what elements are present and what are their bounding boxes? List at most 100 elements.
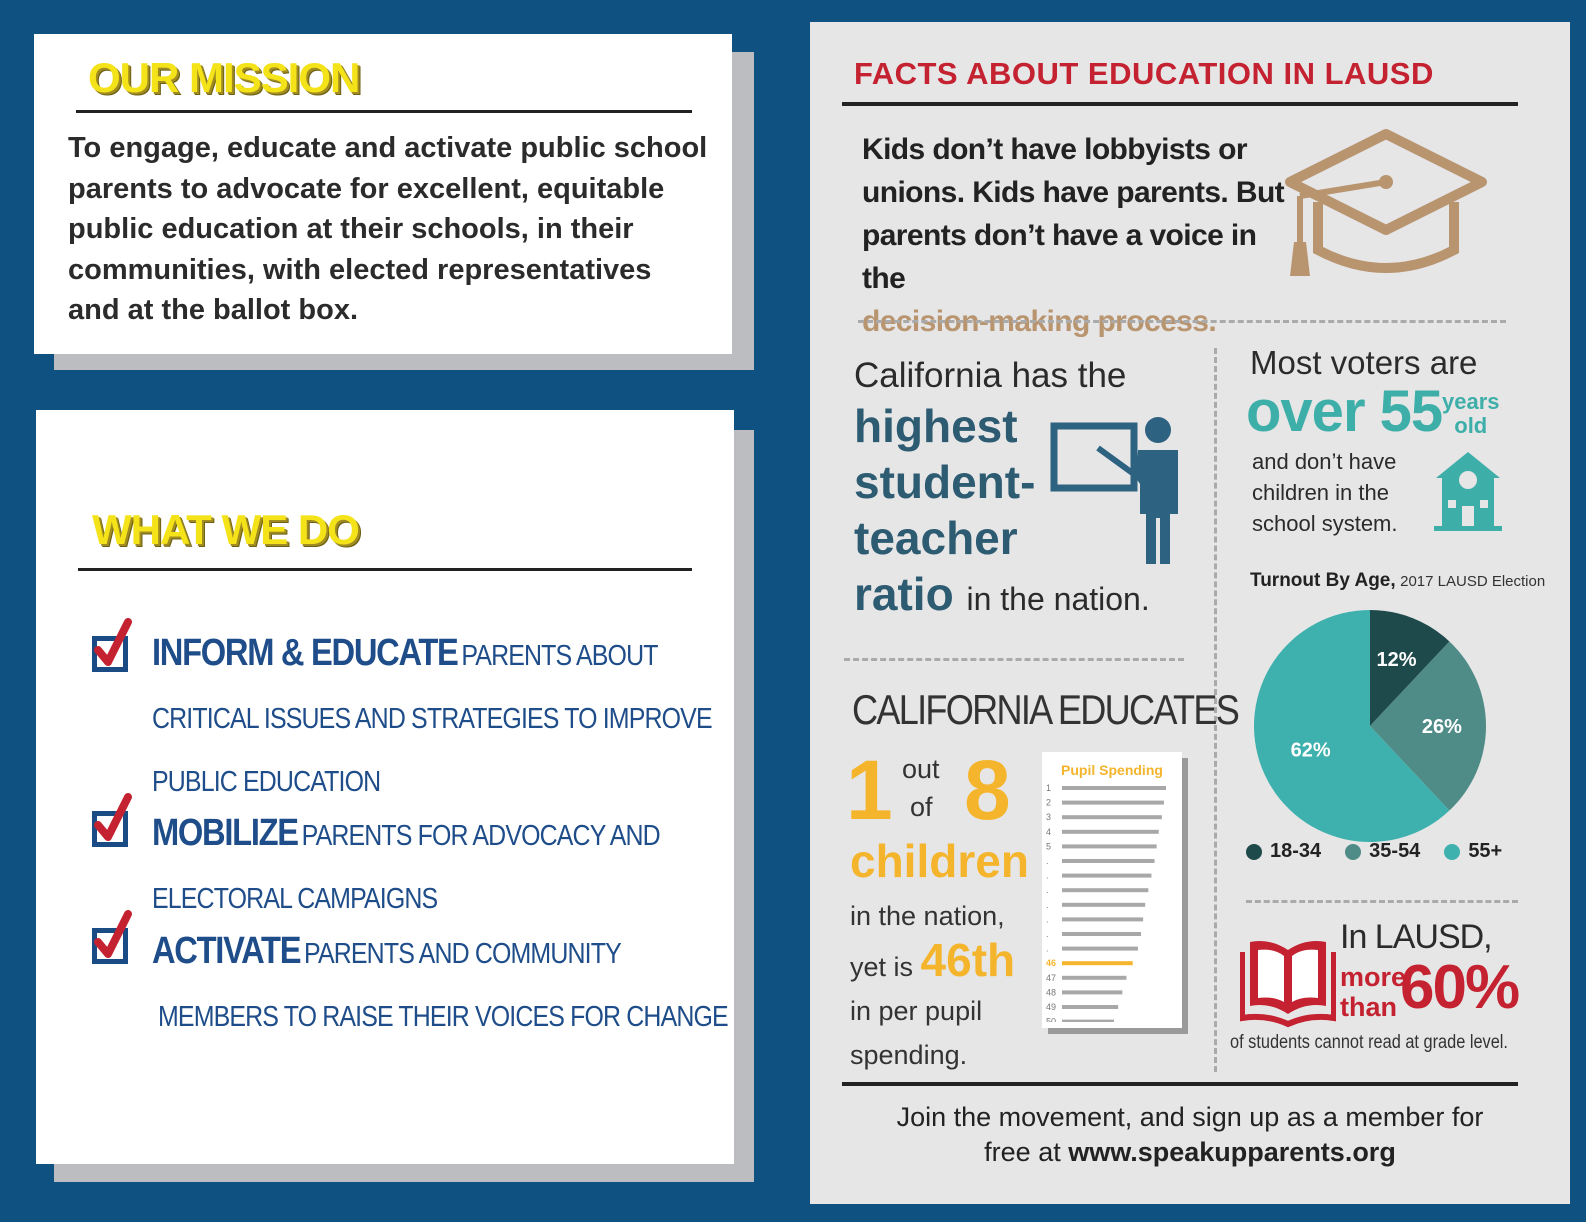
- num-one: 1: [846, 743, 893, 837]
- footer: Join the movement, and sign up as a memb…: [810, 1100, 1570, 1170]
- spending-bar: [1062, 844, 1157, 849]
- pie-subtitle: 2017 LAUSD Election: [1400, 573, 1546, 590]
- voters-years-old: years old: [1442, 390, 1500, 438]
- graduation-cap-icon: [1285, 129, 1487, 276]
- legend-item: 18-34: [1246, 840, 1321, 863]
- kids-line: parents don’t have a voice in the: [862, 219, 1257, 295]
- bar-tick-label: .: [1046, 871, 1049, 881]
- spending-bar: [1062, 1019, 1114, 1022]
- bar-tick-label: 3: [1046, 812, 1051, 822]
- ratio-intro: California has the: [854, 356, 1127, 395]
- voters-line: children in the: [1252, 480, 1389, 505]
- whatwedo-rule: [78, 568, 692, 571]
- footer-url[interactable]: www.speakupparents.org: [1068, 1137, 1396, 1167]
- voters-text: and don’t have children in the school sy…: [1252, 446, 1398, 539]
- spending-bar: [1062, 990, 1123, 995]
- do-item-text: PUBLIC EDUCATION: [152, 766, 381, 798]
- mission-heading: OUR MISSION: [88, 54, 360, 101]
- spending-bar: [1062, 1005, 1119, 1009]
- rank-46th: 46th: [920, 934, 1016, 986]
- pie-label: 62%: [1291, 739, 1331, 761]
- whatwedo-heading: WHAT WE DO: [92, 506, 360, 553]
- do-item-lead: ACTIVATE: [152, 930, 302, 972]
- bar-tick-label: 46: [1046, 958, 1056, 968]
- spending-word: spending.: [850, 1040, 968, 1070]
- checkbox-3: [90, 910, 134, 966]
- legend-label: 18-34: [1270, 840, 1322, 862]
- yet-is: yet is: [850, 952, 914, 982]
- spending-bar: [1062, 932, 1142, 936]
- do-item-text: PARENTS ABOUT: [461, 640, 658, 672]
- spending-bar: [1062, 975, 1127, 980]
- spending-text: in the nation, yet is 46th in per pupil …: [850, 894, 1050, 1077]
- bar-tick-label: .: [1046, 856, 1049, 866]
- spending-bar: [1062, 873, 1152, 878]
- checkbox-2: [90, 793, 134, 849]
- pupil-spending-chart: 1 2 3 4 5....... 46 47 48 49 50: [1046, 783, 1166, 1022]
- pie-label: 12%: [1376, 649, 1416, 671]
- spending-bar: [1062, 800, 1164, 805]
- ratio-word: ratio: [854, 568, 954, 620]
- spending-bar: [1062, 946, 1138, 951]
- read-pct: 60%: [1400, 953, 1520, 1022]
- bar-tick-label: .: [1046, 929, 1049, 939]
- of-word: of: [910, 792, 933, 822]
- spending-bar: [1062, 786, 1166, 790]
- spending-bar: [1062, 961, 1133, 966]
- do-item-mobilize: MOBILIZE PARENTS FOR ADVOCACY AND ELECTO…: [152, 804, 712, 933]
- one-out-of-eight: 1 out of 8: [846, 742, 1046, 838]
- teacher-board-icon: [1050, 417, 1178, 564]
- read-more: more: [1340, 962, 1407, 992]
- voters-line: school system.: [1252, 511, 1398, 536]
- num-eight: 8: [964, 743, 1011, 837]
- voters-years: years: [1442, 389, 1500, 414]
- voters-line: and don’t have: [1252, 449, 1397, 474]
- legend-label: 55+: [1468, 840, 1503, 862]
- kids-line: unions. Kids have parents. But: [862, 176, 1285, 209]
- do-item-text: PARENTS FOR ADVOCACY AND: [301, 820, 661, 852]
- pupil-spending-card: Pupil Spending 1 2 3 4 5....... 46 47 48 49 50: [1042, 752, 1182, 1028]
- educates-title: CALIFORNIA EDUCATES: [852, 686, 1240, 733]
- bar-tick-label: 50: [1046, 1017, 1056, 1022]
- do-item-inform: INFORM & EDUCATE PARENTS ABOUT CRITICAL …: [152, 624, 713, 816]
- kids-line: Kids don’t have lobbyists or: [862, 133, 1248, 166]
- mission-text: To engage, educate and activate public s…: [68, 132, 708, 326]
- checkmark-icon: [94, 793, 132, 841]
- do-item-text: MEMBERS TO RAISE THEIR VOICES FOR CHANGE: [158, 1001, 729, 1033]
- read-than: than: [1340, 992, 1397, 1022]
- bar-tick-label: 2: [1046, 798, 1051, 808]
- schoolhouse-icon: [1434, 452, 1502, 531]
- voters-old: old: [1454, 413, 1488, 438]
- pupil-spending-title: Pupil Spending: [1061, 762, 1163, 778]
- legend-item: 55+: [1444, 840, 1502, 863]
- footer-free: free at: [984, 1137, 1061, 1167]
- divider: [858, 320, 1506, 323]
- voters-intro: Most voters are: [1250, 344, 1478, 381]
- spending-bar: [1062, 859, 1155, 863]
- pie-title: Turnout By Age, 2017 LAUSD Election: [1250, 570, 1545, 592]
- spending-bar: [1062, 888, 1149, 893]
- footer-rule: [842, 1082, 1518, 1086]
- legend-swatch: [1345, 843, 1362, 860]
- bar-tick-label: 47: [1046, 973, 1056, 983]
- spending-bar: [1062, 815, 1162, 820]
- bar-tick-label: 5: [1046, 841, 1051, 851]
- bar-tick-label: 4: [1046, 827, 1051, 837]
- legend-swatch: [1246, 843, 1262, 860]
- legend-item: 35-54: [1345, 840, 1420, 863]
- divider: [1246, 900, 1518, 903]
- do-item-text: CRITICAL ISSUES AND STRATEGIES TO IMPROV…: [152, 703, 713, 735]
- bar-tick-label: 49: [1046, 1002, 1056, 1012]
- legend-label: 35-54: [1369, 840, 1421, 862]
- bar-tick-label: .: [1046, 900, 1049, 910]
- spending-bar: [1062, 917, 1144, 922]
- facts-title-rule: [842, 102, 1518, 106]
- pie-title-main: Turnout By Age,: [1250, 570, 1396, 591]
- spending-bar: [1062, 829, 1159, 834]
- do-item-text: PARENTS AND COMMUNITY: [304, 938, 622, 970]
- bar-tick-label: 1: [1046, 783, 1051, 793]
- checkmark-icon: [94, 910, 132, 958]
- bar-tick-label: .: [1046, 885, 1049, 895]
- ratio-tail: in the nation.: [966, 581, 1150, 617]
- mission-rule: [76, 110, 692, 113]
